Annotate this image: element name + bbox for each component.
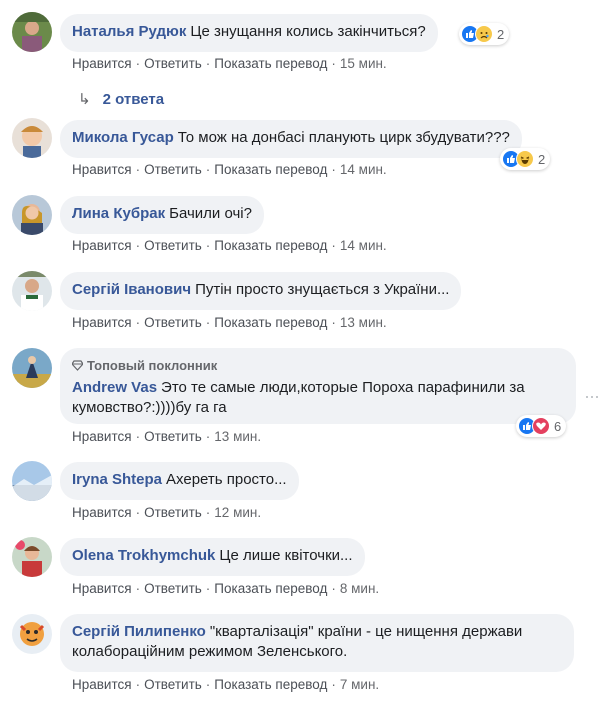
- avatar[interactable]: [12, 537, 52, 577]
- comment-time[interactable]: 7 мин.: [340, 677, 379, 692]
- comment-bubble: Лина Кубрак Бачили очі?: [60, 196, 264, 234]
- reply-button[interactable]: Ответить: [144, 581, 202, 596]
- comment-author[interactable]: Наталья Рудюк: [72, 23, 186, 40]
- comment-author[interactable]: Olena Trokhymchuk: [72, 547, 215, 564]
- avatar[interactable]: [12, 271, 52, 311]
- comment-author[interactable]: Andrew Vas: [72, 379, 157, 396]
- comment-bubble: Топовый поклонник Andrew Vas Это те самые…: [60, 348, 576, 424]
- reactions-summary[interactable]: 2: [459, 23, 510, 45]
- top-fan-badge: Топовый поклонник: [72, 356, 564, 376]
- comment-actions: Нравится · Ответить · Показать перевод · 14 ми…: [72, 238, 387, 253]
- view-replies-link[interactable]: ↳ 2 ответа: [78, 90, 164, 108]
- reactions-summary[interactable]: 6: [516, 415, 567, 437]
- comment-text: Це лише квіточки...: [219, 547, 353, 564]
- like-button[interactable]: Нравится: [72, 677, 132, 692]
- comment-bubble: Микола Гусар То мож на донбасі планують ц…: [60, 120, 522, 158]
- comment-time[interactable]: 12 мин.: [214, 505, 261, 520]
- comment-bubble: Сергій Пилипенко "кварталізація" країни -…: [60, 614, 574, 672]
- comment-time[interactable]: 13 мин.: [214, 429, 261, 444]
- comment-time[interactable]: 8 мин.: [340, 581, 379, 596]
- comment-time[interactable]: 13 мин.: [340, 315, 387, 330]
- comment-actions: Нравится · Ответить · 12 мин.: [72, 505, 262, 520]
- like-button[interactable]: Нравится: [72, 315, 132, 330]
- reply-button[interactable]: Ответить: [144, 677, 202, 692]
- top-fan-label: Топовый поклонник: [87, 358, 218, 373]
- reply-button[interactable]: Ответить: [144, 315, 202, 330]
- reply-button[interactable]: Ответить: [144, 238, 202, 253]
- avatar[interactable]: [12, 12, 52, 52]
- avatar[interactable]: [12, 614, 52, 654]
- comment-bubble: Наталья Рудюк Це знущання колись закінчит…: [60, 14, 438, 52]
- avatar[interactable]: [12, 461, 52, 501]
- diamond-icon: [72, 360, 83, 371]
- comment-time[interactable]: 15 мин.: [340, 56, 387, 71]
- like-button[interactable]: Нравится: [72, 238, 132, 253]
- haha-icon: [516, 150, 534, 168]
- comment-actions: Нравится · Ответить · Показать перевод · 8 мин…: [72, 581, 380, 596]
- comment-actions: Нравится · Ответить · 13 мин.: [72, 429, 262, 444]
- avatar[interactable]: [12, 118, 52, 158]
- comment-author[interactable]: Iryna Shtepa: [72, 471, 162, 488]
- avatar[interactable]: [12, 348, 52, 388]
- more-options-icon[interactable]: ···: [584, 386, 600, 407]
- comment-time[interactable]: 14 мин.: [340, 238, 387, 253]
- avatar[interactable]: [12, 195, 52, 235]
- translate-button[interactable]: Показать перевод: [214, 56, 327, 71]
- comment-bubble: Iryna Shtepa Ахереть просто...: [60, 462, 299, 500]
- comment-text: Бачили очі?: [169, 205, 252, 222]
- comment-bubble: Сергій Іванович Путін просто знущається з…: [60, 272, 462, 310]
- like-button[interactable]: Нравится: [72, 505, 132, 520]
- reply-button[interactable]: Ответить: [144, 505, 202, 520]
- like-button[interactable]: Нравится: [72, 429, 132, 444]
- translate-button[interactable]: Показать перевод: [214, 162, 327, 177]
- comment-text: Путін просто знущається з України...: [195, 281, 450, 298]
- reply-button[interactable]: Ответить: [144, 56, 202, 71]
- comment-author[interactable]: Лина Кубрак: [72, 205, 165, 222]
- translate-button[interactable]: Показать перевод: [214, 315, 327, 330]
- comment-actions: Нравится · Ответить · Показать перевод · 15 ми…: [72, 56, 387, 71]
- reply-button[interactable]: Ответить: [144, 429, 202, 444]
- like-button[interactable]: Нравится: [72, 162, 132, 177]
- comment-actions: Нравится · Ответить · Показать перевод · 14 ми…: [72, 162, 387, 177]
- reply-button[interactable]: Ответить: [144, 162, 202, 177]
- comment-time[interactable]: 14 мин.: [340, 162, 387, 177]
- love-icon: [532, 417, 550, 435]
- comment-actions: Нравится · Ответить · Показать перевод · 13 ми…: [72, 315, 387, 330]
- reaction-count: 2: [538, 151, 546, 167]
- reply-arrow-icon: ↳: [78, 91, 91, 108]
- like-button[interactable]: Нравится: [72, 581, 132, 596]
- sad-icon: [475, 25, 493, 43]
- translate-button[interactable]: Показать перевод: [214, 677, 327, 692]
- reaction-count: 6: [554, 418, 562, 434]
- comment-actions: Нравится · Ответить · Показать перевод · 7 мин…: [72, 677, 380, 692]
- comment-text: То мож на донбасі планують цирк збудуват…: [177, 129, 510, 146]
- comment-text: Це знущання колись закінчиться?: [190, 23, 426, 40]
- replies-label: 2 ответа: [102, 91, 165, 108]
- comment-author[interactable]: Сергій Пилипенко: [72, 623, 206, 640]
- translate-button[interactable]: Показать перевод: [214, 581, 327, 596]
- comment-author[interactable]: Сергій Іванович: [72, 281, 191, 298]
- reaction-count: 2: [497, 26, 505, 42]
- comment-bubble: Olena Trokhymchuk Це лише квіточки...: [60, 538, 365, 576]
- reactions-summary[interactable]: 2: [500, 148, 551, 170]
- comment-text: Ахереть просто...: [166, 471, 287, 488]
- like-button[interactable]: Нравится: [72, 56, 132, 71]
- translate-button[interactable]: Показать перевод: [214, 238, 327, 253]
- comment-author[interactable]: Микола Гусар: [72, 129, 174, 146]
